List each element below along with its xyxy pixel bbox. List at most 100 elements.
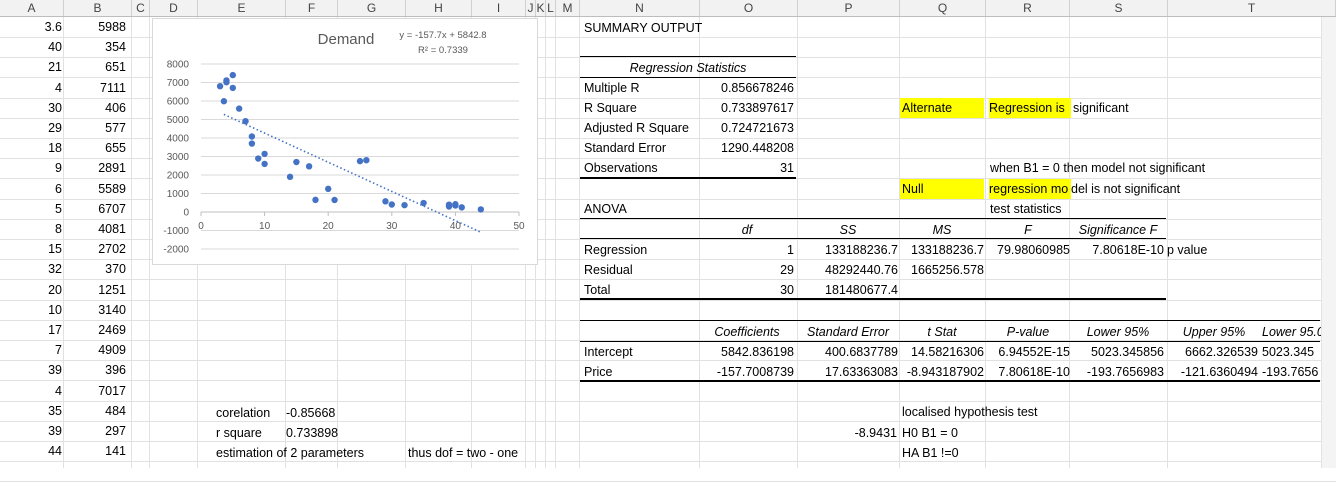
column-header-k[interactable]: K: [536, 0, 546, 16]
cell-a[interactable]: 32: [0, 259, 62, 279]
column-header-e[interactable]: E: [198, 0, 286, 16]
column-header-r[interactable]: R: [986, 0, 1070, 16]
column-header-b[interactable]: B: [64, 0, 132, 16]
column-header-g[interactable]: G: [338, 0, 406, 16]
anova-row-label[interactable]: Residual: [584, 260, 633, 280]
coef-row-label[interactable]: Intercept: [584, 342, 633, 362]
cell-b[interactable]: 5589: [66, 179, 126, 199]
coef-header[interactable]: t Stat: [900, 322, 984, 342]
stat-value[interactable]: 0.856678246: [700, 78, 794, 98]
coef-value[interactable]: -121.6360494: [1168, 362, 1258, 382]
cell-b[interactable]: 1251: [66, 280, 126, 300]
cell-a[interactable]: 30: [0, 98, 62, 118]
corelation-label[interactable]: corelation: [216, 403, 270, 423]
cell-a[interactable]: 4: [0, 78, 62, 98]
cell-b[interactable]: 4081: [66, 219, 126, 239]
anova-row-label[interactable]: Total: [584, 280, 610, 300]
cell-b[interactable]: 354: [66, 37, 126, 57]
anova-header-f[interactable]: F: [986, 220, 1070, 240]
cell-a[interactable]: 7: [0, 340, 62, 360]
cell-a[interactable]: 15: [0, 239, 62, 259]
p-value-note[interactable]: p value: [1167, 240, 1207, 260]
alternate-label[interactable]: Alternate: [900, 98, 984, 118]
cell-b[interactable]: 297: [66, 421, 126, 441]
coef-value[interactable]: 17.63363083: [798, 362, 898, 382]
coef-value[interactable]: -193.7656: [1262, 362, 1318, 382]
cell-a[interactable]: 6: [0, 179, 62, 199]
rsquare-label[interactable]: r square: [216, 423, 262, 443]
anova-ss[interactable]: 48292440.76: [798, 260, 898, 280]
column-header-h[interactable]: H: [406, 0, 472, 16]
anova-df[interactable]: 30: [700, 280, 794, 300]
estimation-note[interactable]: estimation of 2 parameters: [216, 443, 364, 463]
coef-value[interactable]: 5842.836198: [700, 342, 794, 362]
cell-a[interactable]: 3.6: [0, 17, 62, 37]
null-label[interactable]: Null: [900, 179, 984, 199]
cell-a[interactable]: 39: [0, 421, 62, 441]
stat-label[interactable]: Multiple R: [584, 78, 640, 98]
anova-ss[interactable]: 133188236.7: [798, 240, 898, 260]
rsquare-value[interactable]: 0.733898: [286, 423, 338, 443]
anova-ms[interactable]: 133188236.7: [900, 240, 984, 260]
coef-value[interactable]: -157.7008739: [700, 362, 794, 382]
cell-b[interactable]: 396: [66, 360, 126, 380]
column-header-f[interactable]: F: [286, 0, 338, 16]
stat-value[interactable]: 0.733897617: [700, 98, 794, 118]
anova-f[interactable]: 79.98060985: [986, 240, 1070, 260]
anova-significance-f[interactable]: 7.80618E-10: [1070, 240, 1164, 260]
cell-a[interactable]: 44: [0, 441, 62, 461]
coef-header[interactable]: Lower 95%: [1070, 322, 1166, 342]
thus-dof-note[interactable]: thus dof = two - one: [408, 443, 518, 463]
stat-label[interactable]: Observations: [584, 158, 658, 178]
model-not-significant-note[interactable]: del is not significant: [1071, 179, 1180, 199]
cell-b[interactable]: 2702: [66, 239, 126, 259]
cell-a[interactable]: 39: [0, 360, 62, 380]
stat-label[interactable]: R Square: [584, 98, 637, 118]
coef-value[interactable]: 6662.326539: [1168, 342, 1258, 362]
cell-a[interactable]: 9: [0, 158, 62, 178]
column-header-a[interactable]: A: [0, 0, 64, 16]
coef-header[interactable]: Coefficients: [700, 322, 794, 342]
coef-value[interactable]: -8.943187902: [900, 362, 984, 382]
t-stat-note[interactable]: -8.9431: [800, 423, 897, 443]
cell-a[interactable]: 17: [0, 320, 62, 340]
coef-header[interactable]: Lower 95.0: [1262, 322, 1324, 342]
cell-b[interactable]: 7017: [66, 381, 126, 401]
cell-b[interactable]: 3140: [66, 300, 126, 320]
coef-value[interactable]: 5023.345856: [1070, 342, 1164, 362]
cell-a[interactable]: 35: [0, 401, 62, 421]
cell-b[interactable]: 6707: [66, 199, 126, 219]
cell-b[interactable]: 2891: [66, 158, 126, 178]
coef-value[interactable]: -193.7656983: [1070, 362, 1164, 382]
cell-a[interactable]: 40: [0, 37, 62, 57]
column-header-t[interactable]: T: [1168, 0, 1336, 16]
stat-value[interactable]: 31: [700, 158, 794, 178]
cell-b[interactable]: 2469: [66, 320, 126, 340]
test-statistics-note[interactable]: test statistics: [990, 199, 1062, 219]
cell-b[interactable]: 655: [66, 138, 126, 158]
cell-b[interactable]: 651: [66, 57, 126, 77]
coef-value[interactable]: 5023.345: [1262, 342, 1314, 362]
coef-header[interactable]: Upper 95%: [1168, 322, 1260, 342]
anova-row-label[interactable]: Regression: [584, 240, 647, 260]
coef-header[interactable]: Standard Error: [798, 322, 898, 342]
regression-statistics-header[interactable]: Regression Statistics: [582, 58, 794, 78]
column-header-s[interactable]: S: [1070, 0, 1168, 16]
coef-value[interactable]: 400.6837789: [798, 342, 898, 362]
cell-b[interactable]: 4909: [66, 340, 126, 360]
cell-b[interactable]: 7111: [66, 78, 126, 98]
cell-a[interactable]: 29: [0, 118, 62, 138]
cell-b[interactable]: 406: [66, 98, 126, 118]
cell-a[interactable]: 5: [0, 199, 62, 219]
cell-b[interactable]: 141: [66, 441, 126, 461]
coef-header[interactable]: P-value: [986, 322, 1070, 342]
anova-df[interactable]: 1: [700, 240, 794, 260]
cell-b[interactable]: 5988: [66, 17, 126, 37]
anova-header-ss[interactable]: SS: [798, 220, 898, 240]
column-header-i[interactable]: I: [472, 0, 526, 16]
cell-b[interactable]: 370: [66, 259, 126, 279]
ha-note[interactable]: HA B1 !=0: [902, 443, 959, 463]
regression-mo-note[interactable]: regression mo: [989, 179, 1071, 199]
coef-value[interactable]: 14.58216306: [900, 342, 984, 362]
cell-a[interactable]: 4: [0, 381, 62, 401]
